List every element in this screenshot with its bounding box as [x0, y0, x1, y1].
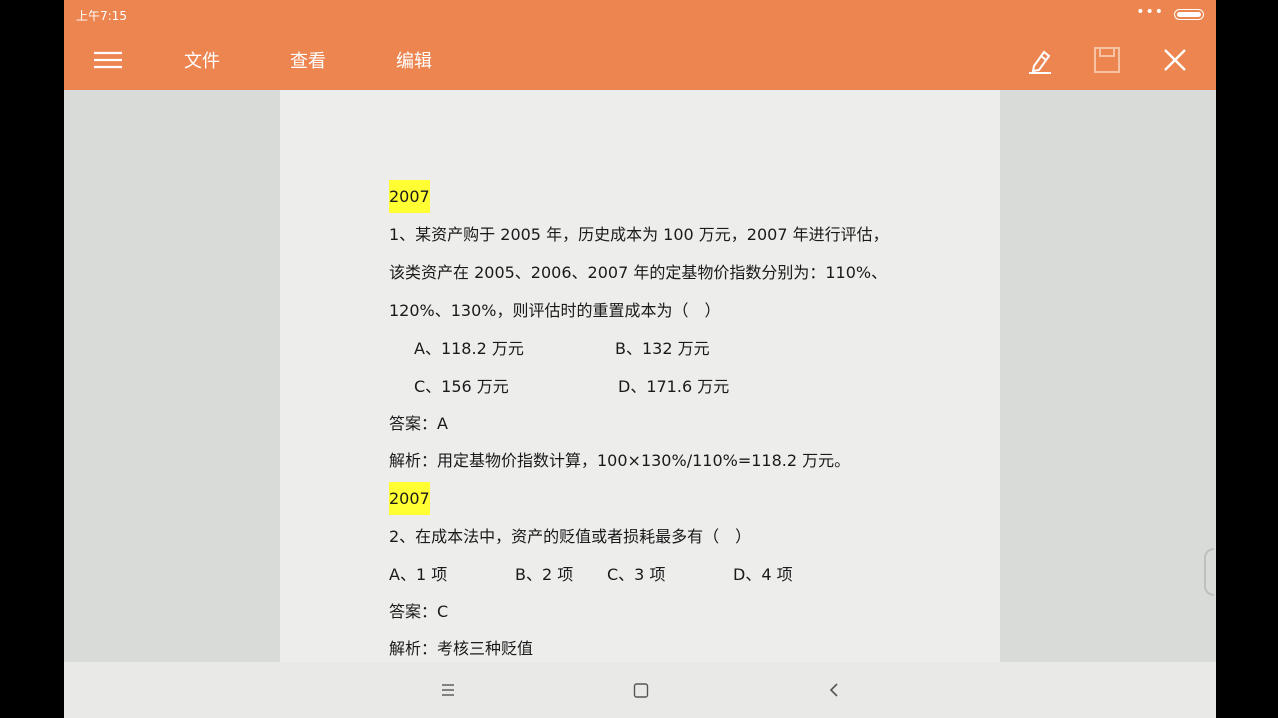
- screen: 上午7:15 ••• 文件 查看 编辑 2007 1、某资产购于 2005 年，…: [64, 0, 1216, 718]
- q1-option-a: A、118.2 万元: [414, 339, 524, 358]
- q2-analysis: 解析：考核三种贬值: [389, 639, 534, 658]
- document-page[interactable]: 2007 1、某资产购于 2005 年，历史成本为 100 万元，2007 年进…: [280, 90, 1000, 662]
- back-icon[interactable]: [820, 676, 848, 704]
- document-area[interactable]: 2007 1、某资产购于 2005 年，历史成本为 100 万元，2007 年进…: [64, 90, 1216, 662]
- navigation-bar: [64, 662, 1216, 718]
- q1-analysis: 解析：用定基物价指数计算，100×130%/110%=118.2 万元。: [389, 451, 851, 470]
- close-icon[interactable]: [1159, 44, 1191, 76]
- status-bar: 上午7:15 •••: [64, 0, 1216, 30]
- q2-option-a: A、1 项: [389, 565, 448, 584]
- menu-edit[interactable]: 编辑: [396, 47, 432, 73]
- battery-icon: [1174, 9, 1204, 20]
- year-tag: 2007: [389, 180, 430, 213]
- menu-view[interactable]: 查看: [290, 47, 326, 73]
- q1-line1: 1、某资产购于 2005 年，历史成本为 100 万元，2007 年进行评估，: [389, 225, 889, 244]
- q1-line2: 该类资产在 2005、2006、2007 年的定基物价指数分别为：110%、: [389, 263, 888, 282]
- q1-line3: 120%、130%，则评估时的重置成本为（ ）: [389, 301, 721, 320]
- q1-option-c: C、156 万元: [414, 377, 509, 396]
- home-icon[interactable]: [627, 676, 655, 704]
- hamburger-menu-icon[interactable]: [92, 44, 124, 76]
- save-icon[interactable]: [1091, 44, 1123, 76]
- recent-apps-icon[interactable]: [434, 676, 462, 704]
- year-tag: 2007: [389, 482, 430, 515]
- q2-answer: 答案：C: [389, 602, 449, 621]
- q2-option-c: C、3 项: [607, 565, 666, 584]
- status-time: 上午7:15: [76, 9, 127, 23]
- q2-line1: 2、在成本法中，资产的贬值或者损耗最多有（ ）: [389, 527, 752, 546]
- notification-dots: •••: [1136, 4, 1164, 20]
- q1-option-b: B、132 万元: [615, 339, 710, 358]
- scroll-handle[interactable]: [1204, 548, 1214, 596]
- q1-option-d: D、171.6 万元: [618, 377, 730, 396]
- toolbar: 文件 查看 编辑: [64, 30, 1216, 90]
- pen-icon[interactable]: [1024, 44, 1056, 76]
- menu-file[interactable]: 文件: [184, 47, 220, 73]
- q1-answer: 答案：A: [389, 414, 448, 433]
- q2-option-d: D、4 项: [733, 565, 793, 584]
- q2-option-b: B、2 项: [515, 565, 574, 584]
